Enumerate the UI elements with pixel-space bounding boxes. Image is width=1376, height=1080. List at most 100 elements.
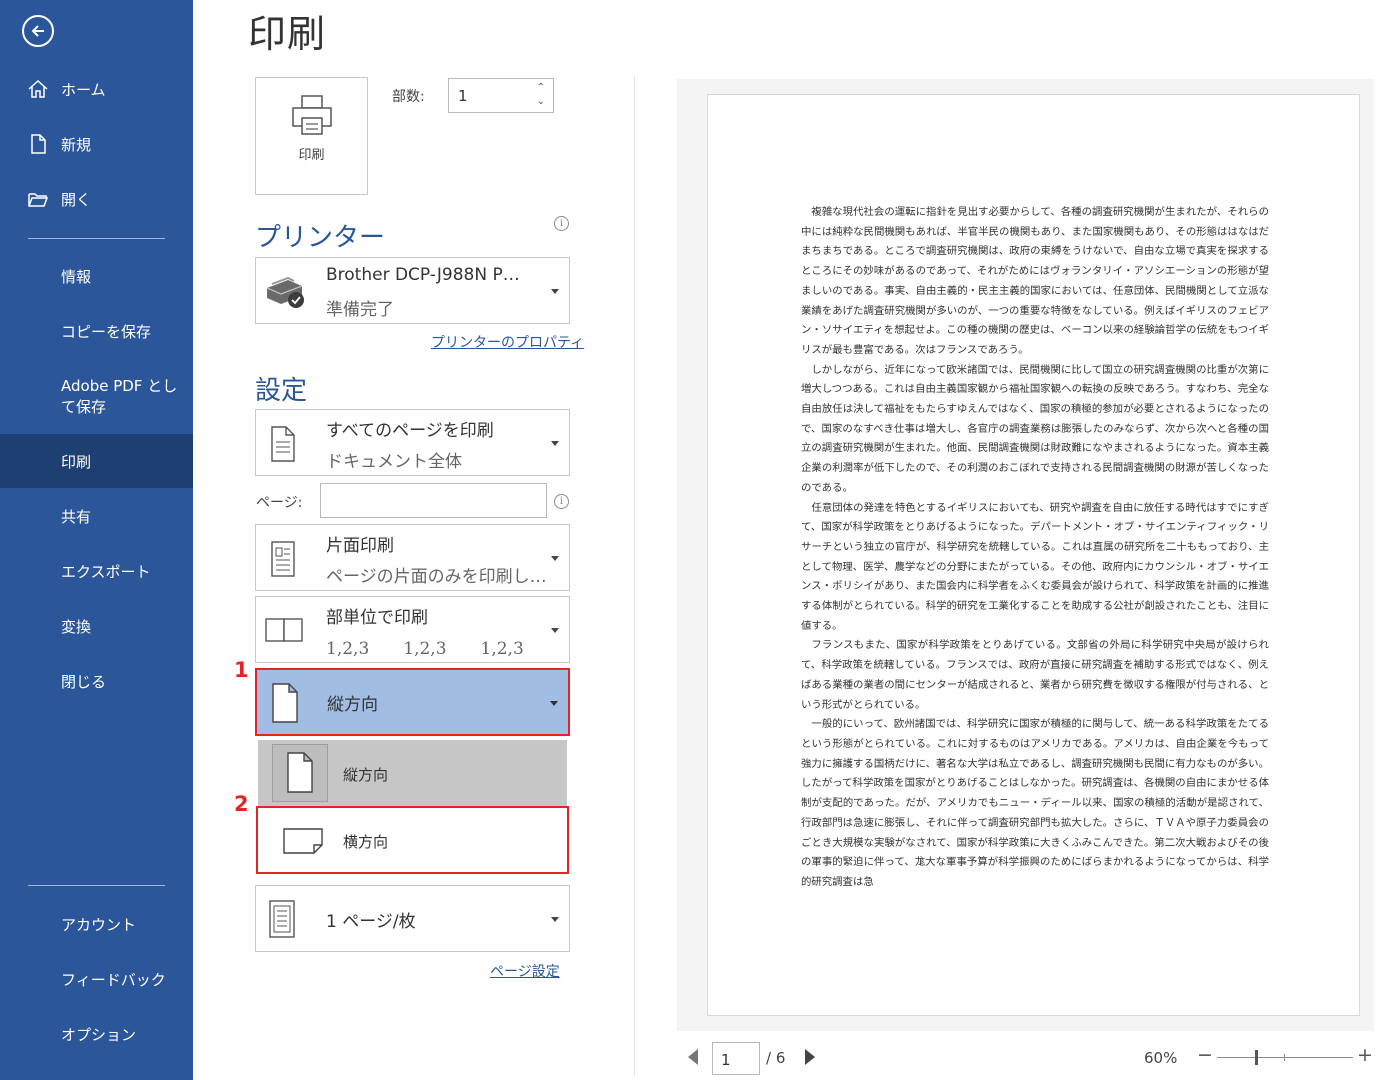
zoom-slider[interactable] [1217, 1057, 1353, 1058]
spin-down-icon[interactable]: ⌄ [537, 95, 545, 109]
collate-dropdown[interactable]: 部単位で印刷 1,2,3 1,2,3 1,2,3 [255, 596, 570, 663]
next-page-icon[interactable] [805, 1049, 815, 1065]
sidebar-item-label: エクスポート [61, 562, 151, 581]
printer-properties-link[interactable]: プリンターのプロパティ [431, 332, 584, 352]
preview-page: 複雑な現代社会の運転に指針を見出す必要からして、各種の調査研究機関が生まれたが、… [707, 94, 1360, 1016]
printer-status: 準備完了 [326, 300, 394, 320]
printer-icon [292, 95, 332, 135]
portrait-page-icon [272, 683, 298, 723]
sidebar-item-print[interactable]: 印刷 [0, 434, 193, 488]
chevron-down-icon [551, 289, 559, 294]
word-backstage-print: ホーム 新規 開く 情報 コピーを保存 Adobe PDF として保存 印刷 共… [0, 0, 1376, 1080]
landscape-page-icon [283, 828, 323, 854]
print-button[interactable]: 印刷 [255, 77, 368, 195]
portrait-page-icon [287, 752, 313, 793]
sidebar-item-convert[interactable]: 変換 [0, 599, 193, 653]
sidebar-divider [28, 885, 165, 886]
sidebar-item-label: オプション [61, 1025, 137, 1044]
page-setup-link[interactable]: ページ設定 [490, 961, 560, 981]
sidebar-item-label: コピーを保存 [61, 322, 152, 341]
pages-label: ページ: [256, 495, 303, 511]
sidebar-item-label: 新規 [61, 135, 92, 154]
page-number-value: 1 [721, 1051, 731, 1069]
sidebar-item-new[interactable]: 新規 [0, 117, 193, 171]
pages-per-sheet-dropdown[interactable]: 1 ページ/枚 [255, 885, 570, 952]
single-sided-icon [271, 541, 295, 577]
sidebar-item-open[interactable]: 開く [0, 172, 193, 226]
portrait-option-icon-frame [272, 744, 328, 802]
sidebar-item-label: フィードバック [61, 970, 166, 989]
spin-up-icon[interactable]: ⌃ [537, 81, 545, 95]
orientation-option-label: 縦方向 [343, 766, 389, 784]
preview-paragraph: 一般的にいって、欧州諸国では、科学研究に国家が積極的に関与して、統一ある科学政策… [801, 718, 1269, 888]
sidebar-item-save-copy[interactable]: コピーを保存 [0, 304, 193, 358]
sides-dropdown[interactable]: 片面印刷 ページの片面のみを印刷し… [255, 524, 570, 591]
sidebar-item-label: 共有 [61, 507, 92, 526]
chevron-down-icon [550, 701, 558, 706]
open-folder-icon [28, 193, 49, 207]
sidebar-item-save-as-pdf[interactable]: Adobe PDF として保存 [0, 366, 193, 428]
sidebar-item-label: 印刷 [61, 452, 92, 471]
sidebar-item-label: 閉じる [61, 672, 107, 691]
zoom-slider-thumb[interactable] [1255, 1050, 1258, 1065]
pages-input[interactable] [320, 483, 547, 518]
panel-divider [634, 76, 635, 1076]
preview-paragraph: 複雑な現代社会の運転に指針を見出す必要からして、各種の調査研究機関が生まれたが、… [801, 206, 1269, 356]
chevron-down-icon [551, 628, 559, 633]
orientation-option-label: 横方向 [343, 833, 389, 851]
page-number-input[interactable]: 1 [712, 1042, 760, 1075]
sidebar: ホーム 新規 開く 情報 コピーを保存 Adobe PDF として保存 印刷 共… [0, 0, 193, 1080]
printer-name: Brother DCP-J988N P… [326, 265, 520, 285]
page-title: 印刷 [248, 12, 327, 56]
callout-step-2: 2 [234, 792, 249, 816]
sidebar-item-options[interactable]: オプション [0, 1007, 193, 1061]
copies-input[interactable]: 1 ⌃ ⌄ [448, 78, 554, 113]
zoom-level[interactable]: 60% [1144, 1049, 1177, 1067]
new-document-icon [31, 134, 46, 154]
sidebar-item-share[interactable]: 共有 [0, 489, 193, 543]
page-total: / 6 [766, 1049, 786, 1067]
info-icon[interactable]: i [554, 216, 569, 231]
sidebar-item-info[interactable]: 情報 [0, 249, 193, 303]
preview-paragraph: フランスもまた、国家が科学政策をとりあげている。文部省の外局に科学研究中央局が設… [801, 639, 1269, 711]
print-button-label: 印刷 [298, 148, 325, 163]
preview-page-text: 複雑な現代社会の運転に指針を見出す必要からして、各種の調査研究機関が生まれたが、… [801, 203, 1269, 893]
previous-page-icon[interactable] [688, 1049, 698, 1065]
orientation-option-portrait[interactable]: 縦方向 [258, 740, 567, 806]
sidebar-item-feedback[interactable]: フィードバック [0, 952, 193, 1006]
sidebar-item-export[interactable]: エクスポート [0, 544, 193, 598]
page-per-sheet-icon [269, 900, 295, 938]
sidebar-item-home[interactable]: ホーム [0, 62, 193, 116]
info-icon[interactable]: i [554, 494, 569, 509]
sidebar-item-label: 情報 [61, 267, 92, 286]
preview-paragraph: しかしながら、近年になって欧米諸国では、民間機関に比して国立の研究調査機関の比重… [801, 363, 1269, 494]
copies-label: 部数: [392, 89, 425, 105]
home-icon [28, 79, 48, 98]
sidebar-item-close[interactable]: 閉じる [0, 654, 193, 708]
zoom-slider-tick [1284, 1054, 1285, 1061]
collate-icon [265, 618, 303, 642]
orientation-dropdown[interactable]: 縦方向 [255, 668, 570, 736]
printer-dropdown[interactable]: Brother DCP-J988N P… 準備完了 [255, 257, 570, 324]
zoom-in-icon[interactable]: + [1357, 1044, 1373, 1066]
sides-main: 片面印刷 [326, 536, 394, 556]
sidebar-item-label: Adobe PDF として保存 [61, 377, 178, 416]
collate-main: 部単位で印刷 [326, 608, 428, 628]
copies-spinner[interactable]: ⌃ ⌄ [537, 81, 545, 109]
orientation-option-landscape[interactable]: 横方向 [256, 806, 569, 874]
sidebar-item-account[interactable]: アカウント [0, 897, 193, 951]
sidebar-item-label: ホーム [61, 80, 106, 99]
preview-paragraph: 任意団体の発達を特色とするイギリスにおいても、研究や調査を自由に放任する時代はす… [801, 501, 1269, 632]
sidebar-divider [28, 238, 165, 239]
settings-section-title: 設定 [255, 376, 308, 406]
collate-sub: 1,2,3 1,2,3 1,2,3 [326, 639, 524, 659]
chevron-down-icon [551, 441, 559, 446]
pages-per-sheet-main: 1 ページ/枚 [326, 912, 416, 932]
back-button[interactable] [22, 15, 54, 47]
print-range-sub: ドキュメント全体 [326, 452, 462, 472]
zoom-out-icon[interactable]: − [1197, 1044, 1213, 1066]
pages-icon [271, 426, 295, 462]
copies-value: 1 [458, 87, 468, 105]
print-range-dropdown[interactable]: すべてのページを印刷 ドキュメント全体 [255, 409, 570, 476]
chevron-down-icon [551, 556, 559, 561]
